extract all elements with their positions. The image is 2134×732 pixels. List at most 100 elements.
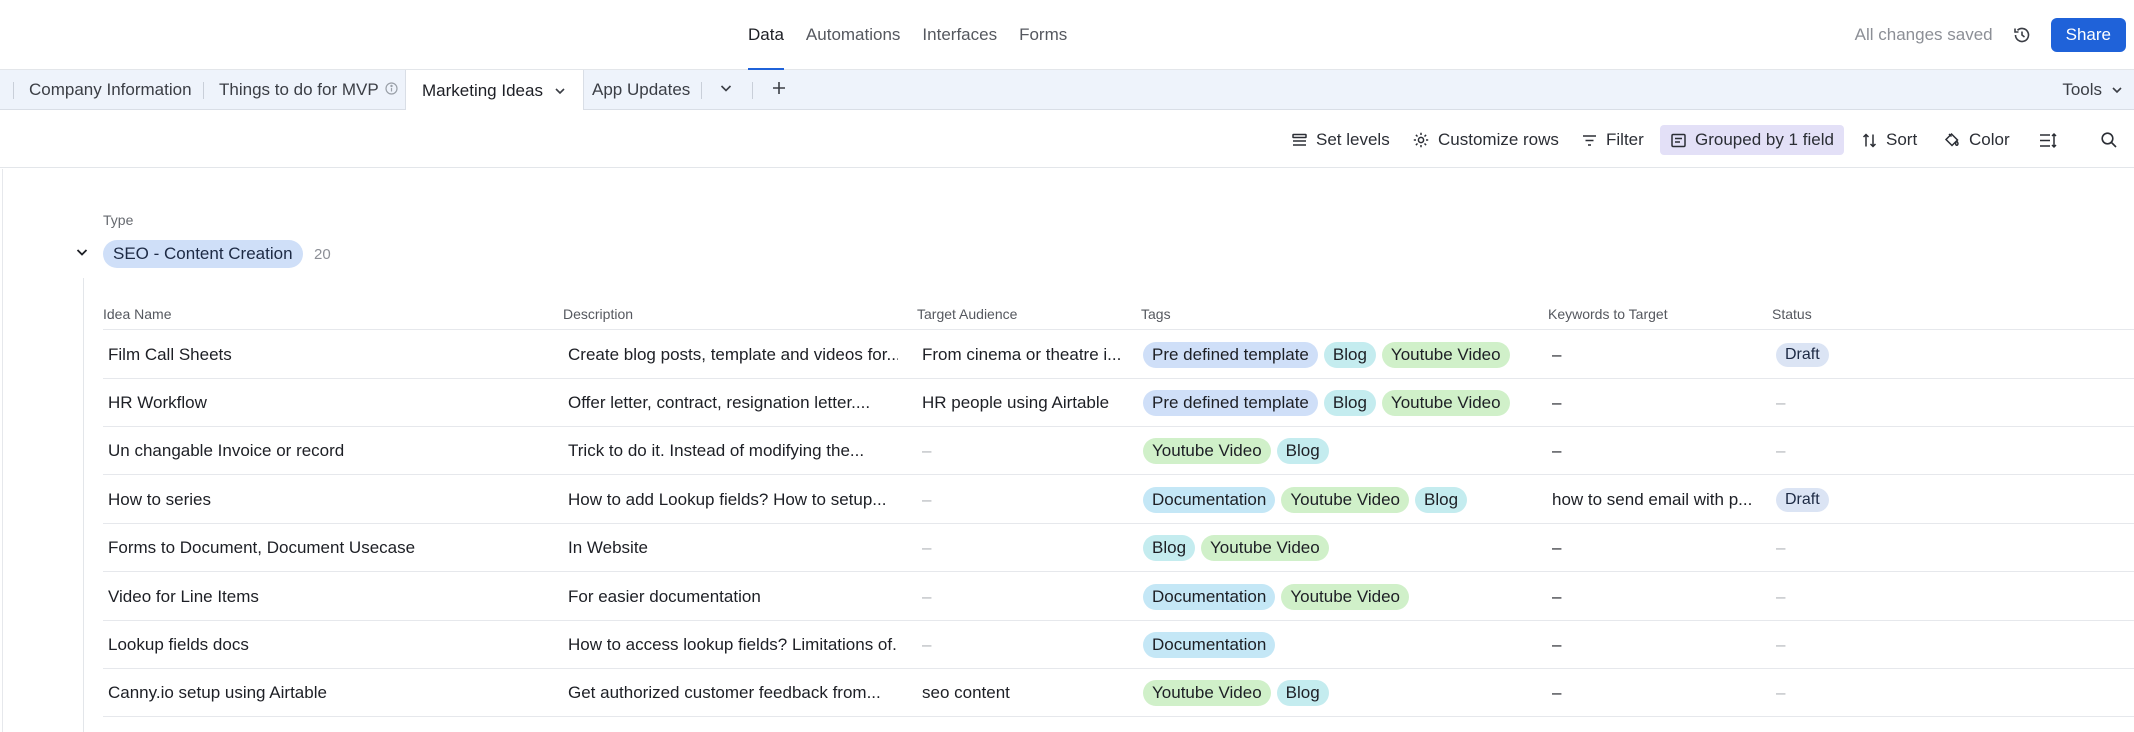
- description-cell[interactable]: Offer letter, contract, resignation lett…: [568, 379, 898, 427]
- keywords-cell[interactable]: –: [1552, 331, 1762, 379]
- more-tables-button[interactable]: [710, 70, 742, 110]
- plus-icon: [770, 79, 788, 102]
- status-cell[interactable]: Draft: [1776, 331, 1926, 379]
- chevron-down-icon: [2110, 83, 2124, 97]
- target-audience-cell[interactable]: –: [922, 476, 1127, 524]
- keywords-cell[interactable]: –: [1552, 669, 1762, 717]
- status-cell[interactable]: Draft: [1776, 476, 1926, 524]
- tags-cell[interactable]: Pre defined template Blog Youtube Video: [1143, 331, 1538, 379]
- group-icon: [1671, 133, 1686, 147]
- tags-cell[interactable]: Youtube Video Blog: [1143, 427, 1538, 475]
- idea-name-cell[interactable]: Un changable Invoice or record: [108, 427, 548, 475]
- search-button[interactable]: [2094, 125, 2132, 155]
- tools-menu[interactable]: Tools: [2062, 70, 2124, 110]
- sort-label: Sort: [1886, 130, 1918, 149]
- keywords-cell[interactable]: –: [1552, 524, 1762, 572]
- tools-label: Tools: [2062, 80, 2102, 99]
- idea-name-cell[interactable]: HR Workflow: [108, 379, 548, 427]
- status-cell[interactable]: –: [1776, 427, 1926, 475]
- keywords-cell[interactable]: how to send email with p...: [1552, 476, 1762, 524]
- tag-chip: Blog: [1323, 342, 1376, 368]
- description-cell[interactable]: Create blog posts, template and videos f…: [568, 331, 898, 379]
- table-row[interactable]: Forms to Document, Document Usecase In We…: [103, 524, 2134, 572]
- keywords-cell[interactable]: –: [1552, 621, 1762, 669]
- tag-chip: Youtube Video: [1381, 390, 1510, 416]
- tag-chip: Documentation: [1143, 487, 1276, 513]
- tab-app-updates[interactable]: App Updates: [576, 70, 706, 110]
- history-icon[interactable]: [2011, 24, 2033, 46]
- row-height-icon: [2040, 132, 2057, 148]
- idea-name-cell[interactable]: Video for Line Items: [108, 573, 548, 621]
- nav-forms[interactable]: Forms: [1019, 0, 1067, 70]
- keywords-cell[interactable]: –: [1552, 427, 1762, 475]
- status-cell[interactable]: –: [1776, 573, 1926, 621]
- info-icon: [385, 82, 398, 98]
- tags-cell[interactable]: Documentation Youtube Video: [1143, 573, 1538, 621]
- keywords-cell[interactable]: –: [1552, 379, 1762, 427]
- view-toolbar: Set levels Customize rows Filter Grouped…: [0, 110, 2134, 168]
- target-audience-cell[interactable]: seo content: [922, 669, 1127, 717]
- status-cell[interactable]: –: [1776, 379, 1926, 427]
- idea-name-cell[interactable]: Canny.io setup using Airtable: [108, 669, 548, 717]
- column-header-description[interactable]: Description: [563, 306, 633, 322]
- tab-things-to-do-for-mvp[interactable]: Things to do for MVP: [203, 70, 414, 110]
- tag-chip: Documentation: [1143, 632, 1276, 658]
- target-audience-cell[interactable]: –: [922, 524, 1127, 572]
- color-button[interactable]: Color: [1937, 125, 2016, 155]
- table-row[interactable]: HR Workflow Offer letter, contract, resig…: [103, 379, 2134, 427]
- description-cell[interactable]: Get authorized customer feedback from...: [568, 669, 898, 717]
- target-audience-cell[interactable]: HR people using Airtable: [922, 379, 1127, 427]
- tab-company-information[interactable]: Company Information: [13, 70, 208, 110]
- idea-name-cell[interactable]: Forms to Document, Document Usecase: [108, 524, 548, 572]
- table-row[interactable]: Video for Line Items For easier documenta…: [103, 573, 2134, 621]
- nav-data[interactable]: Data: [748, 0, 784, 70]
- table-row[interactable]: Un changable Invoice or record Trick to d…: [103, 427, 2134, 475]
- tags-cell[interactable]: Youtube Video Blog: [1143, 669, 1538, 717]
- column-header-status[interactable]: Status: [1772, 306, 1812, 322]
- set-levels-button[interactable]: Set levels: [1285, 125, 1396, 155]
- table-row[interactable]: Canny.io setup using Airtable Get authori…: [103, 669, 2134, 717]
- description-cell[interactable]: Trick to do it. Instead of modifying the…: [568, 427, 898, 475]
- group-button[interactable]: Grouped by 1 field: [1660, 125, 1844, 155]
- status-cell[interactable]: –: [1776, 524, 1926, 572]
- customize-rows-button[interactable]: Customize rows: [1406, 125, 1565, 155]
- chevron-down-icon[interactable]: [553, 84, 567, 98]
- table-row[interactable]: Lookup fields docs How to access lookup f…: [103, 621, 2134, 669]
- target-audience-cell[interactable]: –: [922, 621, 1127, 669]
- target-audience-cell[interactable]: –: [922, 573, 1127, 621]
- idea-name-cell[interactable]: Lookup fields docs: [108, 621, 548, 669]
- group-value-badge: SEO - Content Creation: [103, 240, 303, 268]
- tags-cell[interactable]: Blog Youtube Video: [1143, 524, 1538, 572]
- tags-cell[interactable]: Documentation Youtube Video Blog: [1143, 476, 1538, 524]
- status-cell[interactable]: –: [1776, 621, 1926, 669]
- nav-interfaces[interactable]: Interfaces: [922, 0, 997, 70]
- column-header-idea-name[interactable]: Idea Name: [103, 306, 171, 322]
- nav-automations[interactable]: Automations: [806, 0, 901, 70]
- target-audience-cell[interactable]: –: [922, 427, 1127, 475]
- table-row[interactable]: Film Call Sheets Create blog posts, templ…: [103, 331, 2134, 379]
- row-height-button[interactable]: [2032, 125, 2072, 155]
- status-cell[interactable]: –: [1776, 669, 1926, 717]
- save-status: All changes saved: [1854, 25, 1993, 44]
- sort-button[interactable]: Sort: [1855, 125, 1923, 155]
- description-cell[interactable]: For easier documentation: [568, 573, 898, 621]
- filter-button[interactable]: Filter: [1575, 125, 1650, 155]
- tag-chip: Youtube Video: [1281, 487, 1410, 513]
- column-header-target-audience[interactable]: Target Audience: [917, 306, 1017, 322]
- idea-name-cell[interactable]: How to series: [108, 476, 548, 524]
- add-table-button[interactable]: [762, 70, 796, 110]
- keywords-cell[interactable]: –: [1552, 573, 1762, 621]
- collapse-group-chevron-icon[interactable]: [74, 244, 90, 265]
- target-audience-cell[interactable]: From cinema or theatre i...: [922, 331, 1127, 379]
- tags-cell[interactable]: Pre defined template Blog Youtube Video: [1143, 379, 1538, 427]
- share-button[interactable]: Share: [2050, 18, 2126, 52]
- description-cell[interactable]: In Website: [568, 524, 898, 572]
- description-cell[interactable]: How to add Lookup fields? How to setup..…: [568, 476, 898, 524]
- idea-name-cell[interactable]: Film Call Sheets: [108, 331, 548, 379]
- tab-marketing-ideas[interactable]: Marketing Ideas: [405, 70, 584, 111]
- description-cell[interactable]: How to access lookup fields? Limitations…: [568, 621, 898, 669]
- column-header-tags[interactable]: Tags: [1141, 306, 1171, 322]
- table-row[interactable]: How to series How to add Lookup fields? H…: [103, 476, 2134, 524]
- column-header-keywords[interactable]: Keywords to Target: [1548, 306, 1668, 322]
- tags-cell[interactable]: Documentation: [1143, 621, 1538, 669]
